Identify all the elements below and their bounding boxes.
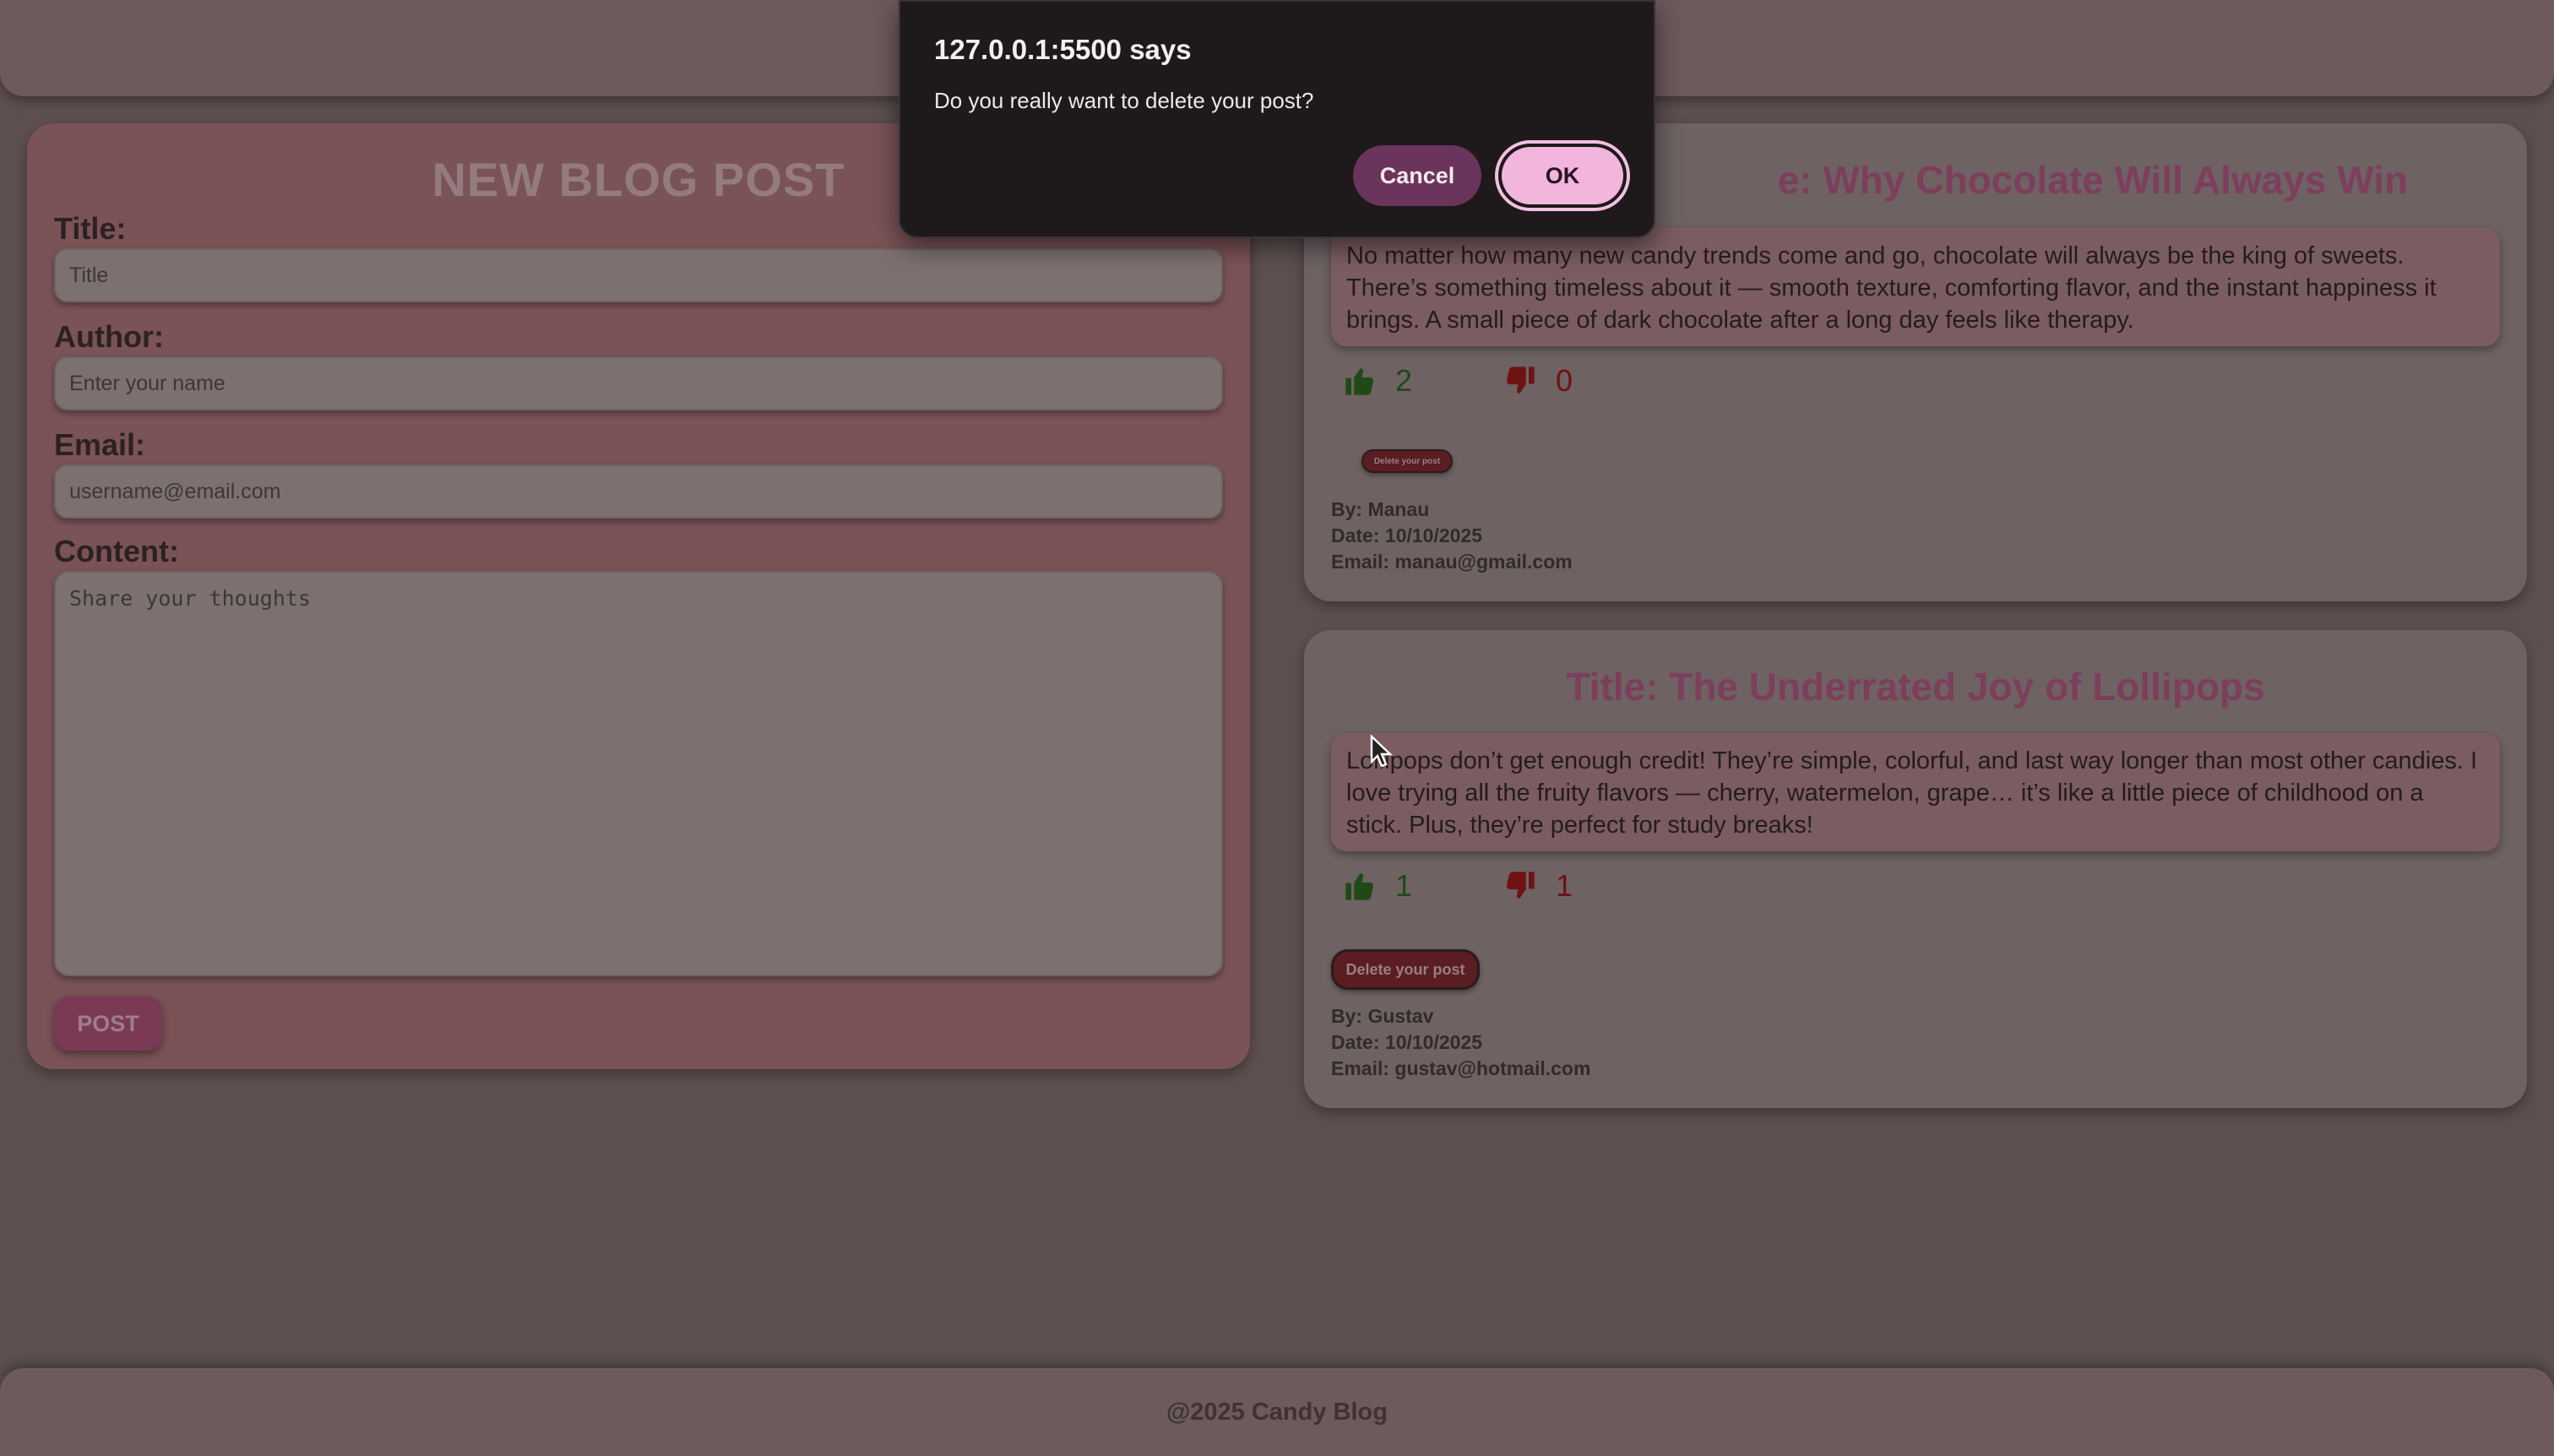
title-label: Title:	[54, 211, 127, 246]
post-email: Email: manau@gmail.com	[1331, 551, 1573, 573]
thumbs-down-icon	[1507, 367, 1535, 394]
post-date: Date: 10/10/2025	[1331, 1031, 1483, 1053]
content-label: Content:	[54, 534, 179, 568]
like-count: 1	[1395, 868, 1413, 903]
mouse-cursor-icon	[1370, 735, 1393, 768]
post-button[interactable]: POST	[54, 997, 162, 1051]
confirm-dialog: 127.0.0.1:5500 says Do you really want t…	[899, 0, 1655, 238]
dislike-count: 0	[1556, 363, 1573, 398]
content-textarea[interactable]: Share your thoughts	[54, 571, 1223, 976]
title-input[interactable]: Title	[54, 248, 1223, 302]
content-placeholder: Share your thoughts	[69, 586, 311, 611]
like-count: 2	[1395, 363, 1413, 398]
post-author: By: Manau	[1331, 498, 1430, 520]
post-date: Date: 10/10/2025	[1331, 524, 1483, 546]
footer-text: @2025 Candy Blog	[1166, 1398, 1388, 1426]
post-meta: By: Manau Date: 10/10/2025 Email: manau@…	[1331, 497, 1573, 575]
email-input[interactable]: username@email.com	[54, 465, 1223, 519]
dislike-count: 1	[1556, 868, 1573, 903]
dislike-control[interactable]: 0	[1503, 363, 1573, 399]
dislike-control[interactable]: 1	[1503, 868, 1573, 904]
post-author: By: Gustav	[1331, 1005, 1434, 1027]
cancel-button[interactable]: Cancel	[1353, 145, 1481, 206]
author-input[interactable]: Enter your name	[54, 356, 1223, 410]
email-placeholder: username@email.com	[69, 479, 281, 503]
thumbs-up-icon	[1345, 368, 1373, 395]
dialog-message: Do you really want to delete your post?	[934, 88, 1314, 113]
post-title: Title: The Underrated Joy of Lollipops	[1566, 665, 2265, 709]
ok-button[interactable]: OK	[1495, 140, 1630, 211]
post-meta: By: Gustav Date: 10/10/2025 Email: gusta…	[1331, 1003, 1590, 1082]
delete-post-button[interactable]: Delete your post	[1361, 449, 1453, 473]
footer: @2025 Candy Blog	[0, 1368, 2554, 1456]
post-body: No matter how many new candy trends come…	[1331, 228, 2500, 346]
like-control[interactable]: 2	[1343, 363, 1412, 399]
author-placeholder: Enter your name	[69, 371, 226, 395]
delete-post-button[interactable]: Delete your post	[1331, 949, 1480, 990]
post-body: Lollipops don’t get enough credit! They’…	[1331, 733, 2500, 851]
ok-button-label: OK	[1502, 147, 1623, 204]
thumbs-up-icon	[1345, 873, 1373, 900]
like-control[interactable]: 1	[1343, 868, 1412, 904]
title-placeholder: Title	[69, 263, 109, 287]
post-card: Title: The Underrated Joy of Lollipops L…	[1304, 630, 2527, 1108]
email-label: Email:	[54, 427, 146, 462]
thumbs-down-icon	[1507, 872, 1535, 899]
post-email: Email: gustav@hotmail.com	[1331, 1057, 1591, 1079]
dialog-title: 127.0.0.1:5500 says	[934, 34, 1192, 65]
author-label: Author:	[54, 319, 164, 354]
